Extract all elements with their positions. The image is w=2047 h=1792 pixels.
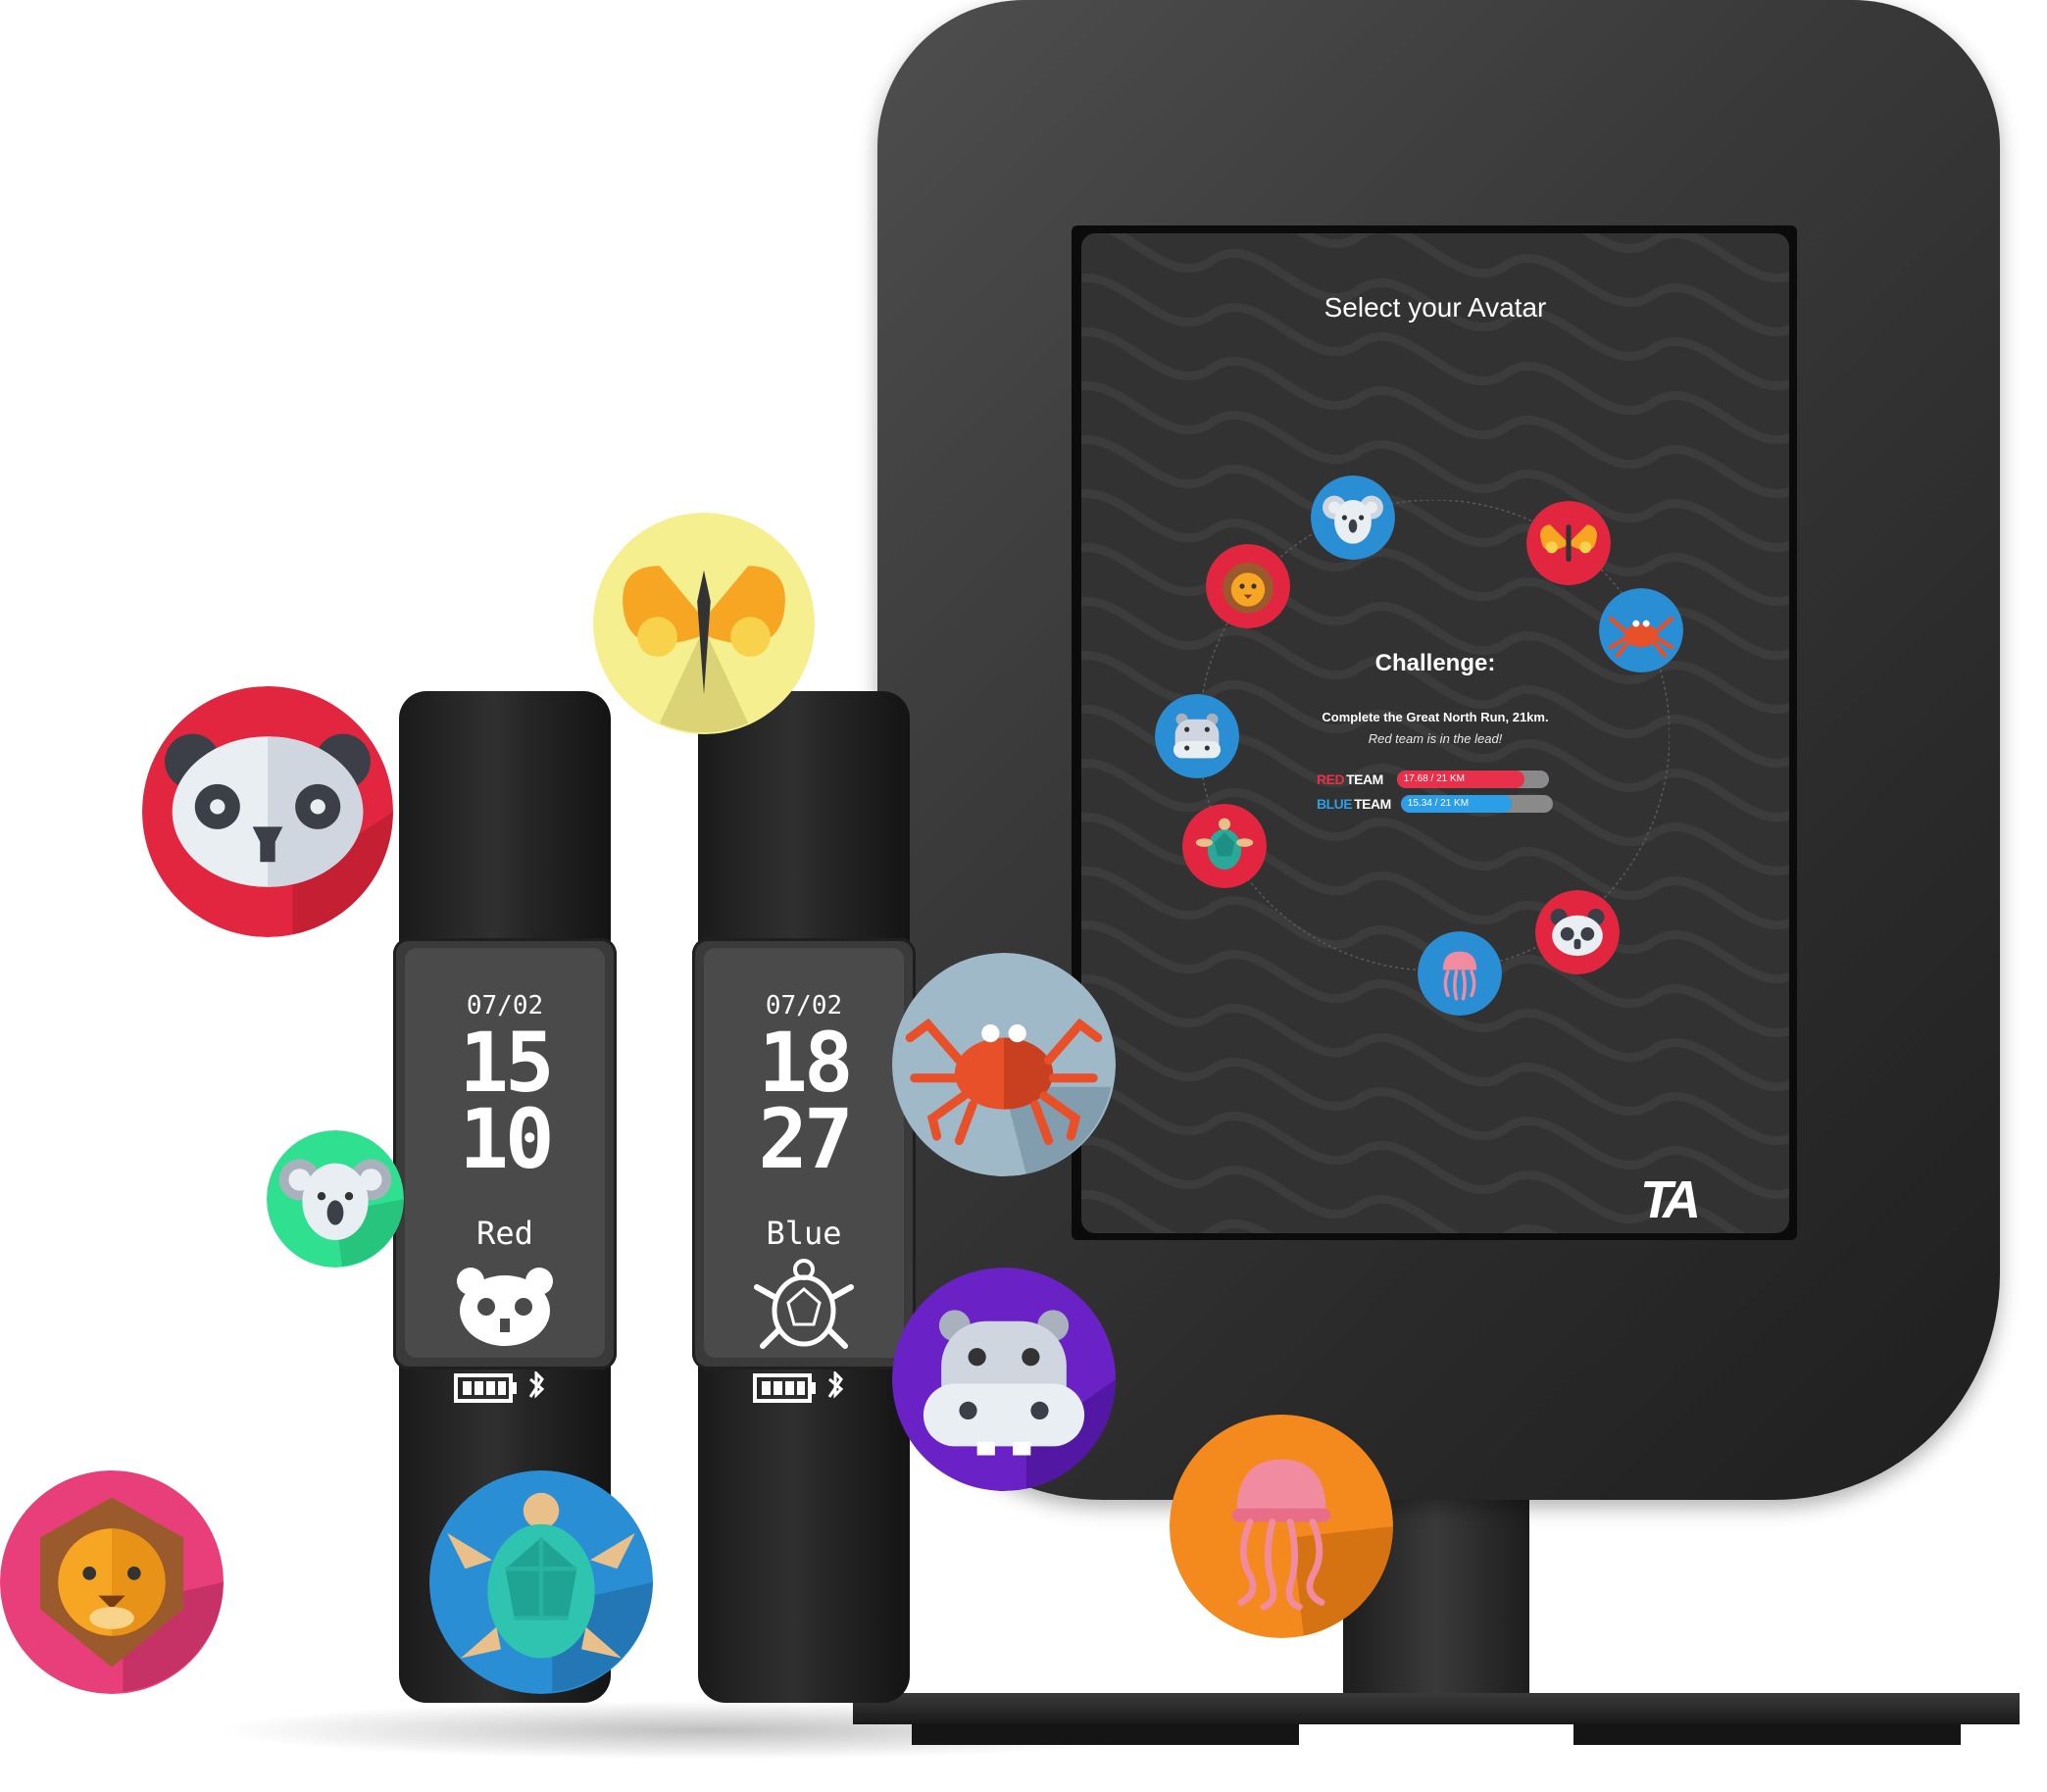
- challenge-lead-note: Red team is in the lead!: [1368, 731, 1503, 746]
- battery-icon: [753, 1371, 844, 1403]
- red-team-label-b: TEAM: [1346, 772, 1383, 787]
- hippo-icon: [892, 1268, 1116, 1491]
- band-team-name: Blue: [766, 1215, 842, 1252]
- turtle-icon[interactable]: [1182, 804, 1267, 888]
- lion-icon: [0, 1470, 224, 1694]
- battery-icon: [454, 1371, 545, 1403]
- butterfly-icon[interactable]: [1526, 501, 1611, 585]
- band-minute: 10: [459, 1091, 554, 1187]
- kiosk-screen: Select your Avatar Challenge: Complete t…: [1081, 233, 1789, 1233]
- red-team-label-a: RED: [1317, 772, 1345, 787]
- panda-icon: [457, 1268, 553, 1346]
- blue-team-label-a: BLUE: [1317, 796, 1353, 812]
- turtle-icon: [754, 1259, 854, 1349]
- challenge-description: Complete the Great North Run, 21km.: [1322, 710, 1549, 724]
- challenge-title: Challenge:: [1374, 650, 1496, 676]
- blue-team-progress-track: 15.34 / 21 KM: [1400, 795, 1553, 813]
- koala-icon[interactable]: [1311, 475, 1395, 560]
- crab-icon: [892, 953, 1116, 1176]
- band-team-name: Red: [476, 1215, 533, 1252]
- brand-logo: TA: [1640, 1170, 1701, 1229]
- turtle-icon: [429, 1470, 653, 1694]
- band-screen: 07/02 15 10 Red: [405, 948, 605, 1403]
- band-hour: 15: [459, 1015, 554, 1111]
- red-team-progress-fill: 17.68 / 21 KM: [1396, 771, 1525, 788]
- jellyfish-icon[interactable]: [1418, 931, 1502, 1016]
- band-minute: 27: [758, 1091, 853, 1187]
- screen-title: Select your Avatar: [1323, 292, 1547, 323]
- blue-team-label-b: TEAM: [1354, 796, 1391, 812]
- panda-icon: [142, 686, 393, 937]
- band-screen: 07/02 18 27 Blue: [704, 948, 904, 1403]
- butterfly-icon: [593, 513, 815, 734]
- kiosk-foot: [912, 1723, 1299, 1745]
- kiosk-base: [853, 1693, 2020, 1724]
- red-team-progress-track: 17.68 / 21 KM: [1396, 771, 1549, 788]
- lion-icon[interactable]: [1206, 544, 1290, 628]
- panda-icon[interactable]: [1535, 890, 1620, 974]
- fitness-band-blue: 07/02 18 27 Blue: [692, 691, 916, 1703]
- kiosk-foot: [1573, 1723, 1961, 1745]
- jellyfish-icon: [1170, 1415, 1393, 1638]
- blue-team-progress-fill: 15.34 / 21 KM: [1400, 795, 1513, 813]
- band-hour: 18: [758, 1015, 853, 1111]
- red-team-row: RED TEAM 17.68 / 21 KM: [1317, 771, 1549, 788]
- koala-icon: [267, 1130, 404, 1268]
- blue-team-row: BLUE TEAM 15.34 / 21 KM: [1317, 795, 1553, 813]
